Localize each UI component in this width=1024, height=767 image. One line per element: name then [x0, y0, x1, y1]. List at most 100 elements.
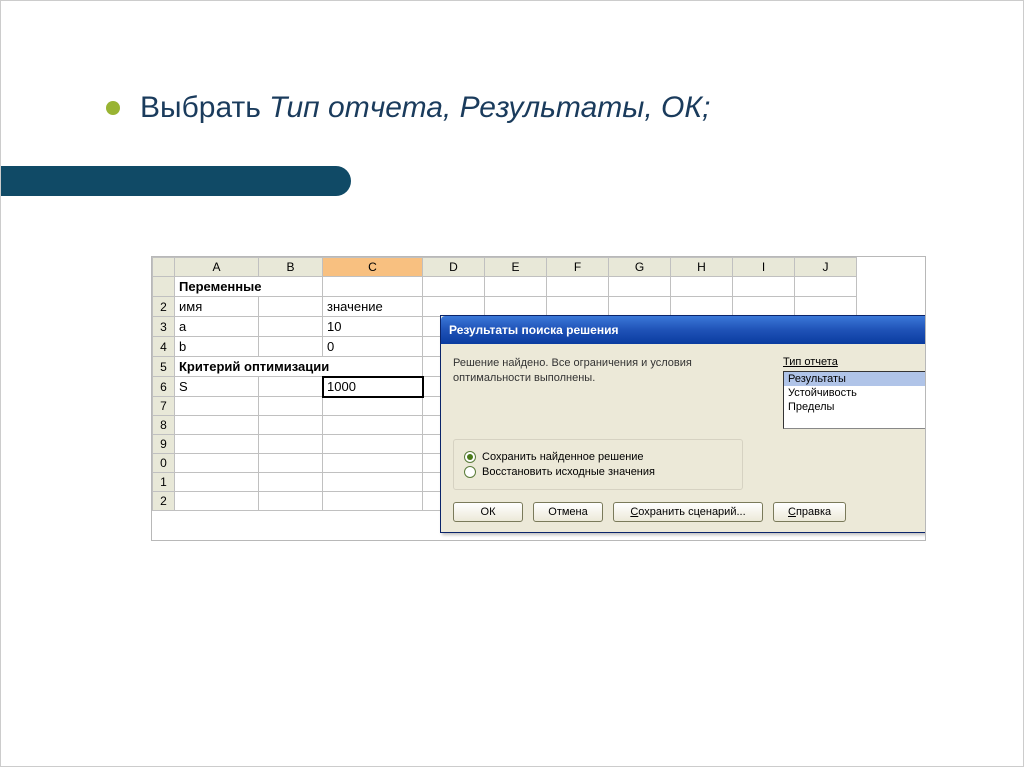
cell[interactable]: [323, 397, 423, 416]
cell[interactable]: [259, 337, 323, 357]
row-header[interactable]: 7: [153, 397, 175, 416]
dialog-message-line1: Решение найдено. Все ограничения и услов…: [453, 357, 692, 369]
cell[interactable]: [733, 277, 795, 297]
cell[interactable]: [795, 297, 857, 317]
radio-keep-solution[interactable]: Сохранить найденное решение: [464, 451, 732, 463]
cell[interactable]: [323, 435, 423, 454]
cell[interactable]: [323, 416, 423, 435]
cell[interactable]: [259, 473, 323, 492]
radio-keep-label: Сохранить найденное решение: [482, 451, 644, 463]
cell[interactable]: [259, 492, 323, 511]
report-type-listbox[interactable]: Результаты Устойчивость Пределы ▲: [783, 371, 926, 429]
cell[interactable]: [609, 297, 671, 317]
row-header[interactable]: 0: [153, 454, 175, 473]
active-cell[interactable]: 1000: [323, 377, 423, 397]
slide-title-row: Выбрать Тип отчета, Результаты, ОК;: [106, 91, 710, 125]
row-header[interactable]: 4: [153, 337, 175, 357]
cell[interactable]: [175, 397, 259, 416]
title-prefix: Выбрать: [140, 91, 269, 124]
col-header-B[interactable]: B: [259, 258, 323, 277]
radio-icon: [464, 451, 476, 463]
cell[interactable]: S: [175, 377, 259, 397]
table-row: 2 имя значение: [153, 297, 857, 317]
cell[interactable]: [323, 492, 423, 511]
cell[interactable]: [323, 454, 423, 473]
cell[interactable]: [671, 277, 733, 297]
col-header-G[interactable]: G: [609, 258, 671, 277]
cell[interactable]: [609, 277, 671, 297]
cell[interactable]: [259, 397, 323, 416]
row-header[interactable]: [153, 277, 175, 297]
col-header-A[interactable]: A: [175, 258, 259, 277]
radio-icon: [464, 466, 476, 478]
cell[interactable]: [259, 454, 323, 473]
cell[interactable]: Переменные: [175, 277, 323, 297]
report-option-results[interactable]: Результаты: [784, 372, 926, 386]
corner-cell[interactable]: [153, 258, 175, 277]
cell[interactable]: [423, 297, 485, 317]
cell[interactable]: 10: [323, 317, 423, 337]
accent-bar: [1, 166, 351, 196]
dialog-button-row: ОК Отмена Сохранить сценарий... Справка: [453, 502, 926, 522]
cell[interactable]: [259, 297, 323, 317]
spreadsheet-area: A B C D E F G H I J Переменные 2 имя зна…: [151, 256, 926, 541]
cell[interactable]: [175, 416, 259, 435]
row-header[interactable]: 2: [153, 297, 175, 317]
cell[interactable]: [259, 435, 323, 454]
cell[interactable]: [423, 277, 485, 297]
cell[interactable]: [547, 277, 609, 297]
cell[interactable]: имя: [175, 297, 259, 317]
cell[interactable]: [259, 317, 323, 337]
report-option-limits[interactable]: Пределы: [784, 400, 926, 414]
row-header[interactable]: 2: [153, 492, 175, 511]
cell[interactable]: значение: [323, 297, 423, 317]
row-header[interactable]: 5: [153, 357, 175, 377]
cell[interactable]: [547, 297, 609, 317]
col-header-H[interactable]: H: [671, 258, 733, 277]
report-option-sensitivity[interactable]: Устойчивость: [784, 386, 926, 400]
cell[interactable]: [485, 297, 547, 317]
row-header[interactable]: 6: [153, 377, 175, 397]
cell[interactable]: [175, 473, 259, 492]
col-header-C[interactable]: C: [323, 258, 423, 277]
col-header-E[interactable]: E: [485, 258, 547, 277]
cell[interactable]: [795, 277, 857, 297]
cell[interactable]: [175, 435, 259, 454]
col-header-D[interactable]: D: [423, 258, 485, 277]
radio-restore-values[interactable]: Восстановить исходные значения: [464, 466, 732, 478]
cell[interactable]: [259, 377, 323, 397]
help-button[interactable]: Справка: [773, 502, 846, 522]
slide-title: Выбрать Тип отчета, Результаты, ОК;: [140, 91, 710, 125]
cell[interactable]: 0: [323, 337, 423, 357]
cell[interactable]: a: [175, 317, 259, 337]
save-scenario-button[interactable]: Сохранить сценарий...: [613, 502, 763, 522]
col-header-I[interactable]: I: [733, 258, 795, 277]
row-header[interactable]: 9: [153, 435, 175, 454]
ok-button[interactable]: ОК: [453, 502, 523, 522]
cell[interactable]: [175, 492, 259, 511]
cell[interactable]: [733, 297, 795, 317]
slide: Выбрать Тип отчета, Результаты, ОК; A B …: [0, 0, 1024, 767]
solution-radio-group: Сохранить найденное решение Восстановить…: [453, 439, 743, 490]
cancel-button[interactable]: Отмена: [533, 502, 603, 522]
col-header-F[interactable]: F: [547, 258, 609, 277]
row-header[interactable]: 1: [153, 473, 175, 492]
cell[interactable]: b: [175, 337, 259, 357]
dialog-message: Решение найдено. Все ограничения и услов…: [453, 356, 743, 429]
dialog-titlebar[interactable]: Результаты поиска решения ✕: [441, 316, 926, 344]
cell[interactable]: [323, 277, 423, 297]
cell[interactable]: [323, 473, 423, 492]
dialog-title: Результаты поиска решения: [449, 323, 618, 337]
row-header[interactable]: 3: [153, 317, 175, 337]
row-header[interactable]: 8: [153, 416, 175, 435]
report-type-label: Тип отчета: [783, 356, 926, 368]
cell[interactable]: [671, 297, 733, 317]
col-header-J[interactable]: J: [795, 258, 857, 277]
cell[interactable]: Критерий оптимизации: [175, 357, 423, 377]
report-type-column: Тип отчета Результаты Устойчивость Преде…: [783, 356, 926, 429]
dialog-message-block: Решение найдено. Все ограничения и услов…: [453, 356, 926, 429]
cell[interactable]: [175, 454, 259, 473]
cell[interactable]: [259, 416, 323, 435]
title-italic: Тип отчета, Результаты, ОК;: [269, 91, 710, 124]
cell[interactable]: [485, 277, 547, 297]
